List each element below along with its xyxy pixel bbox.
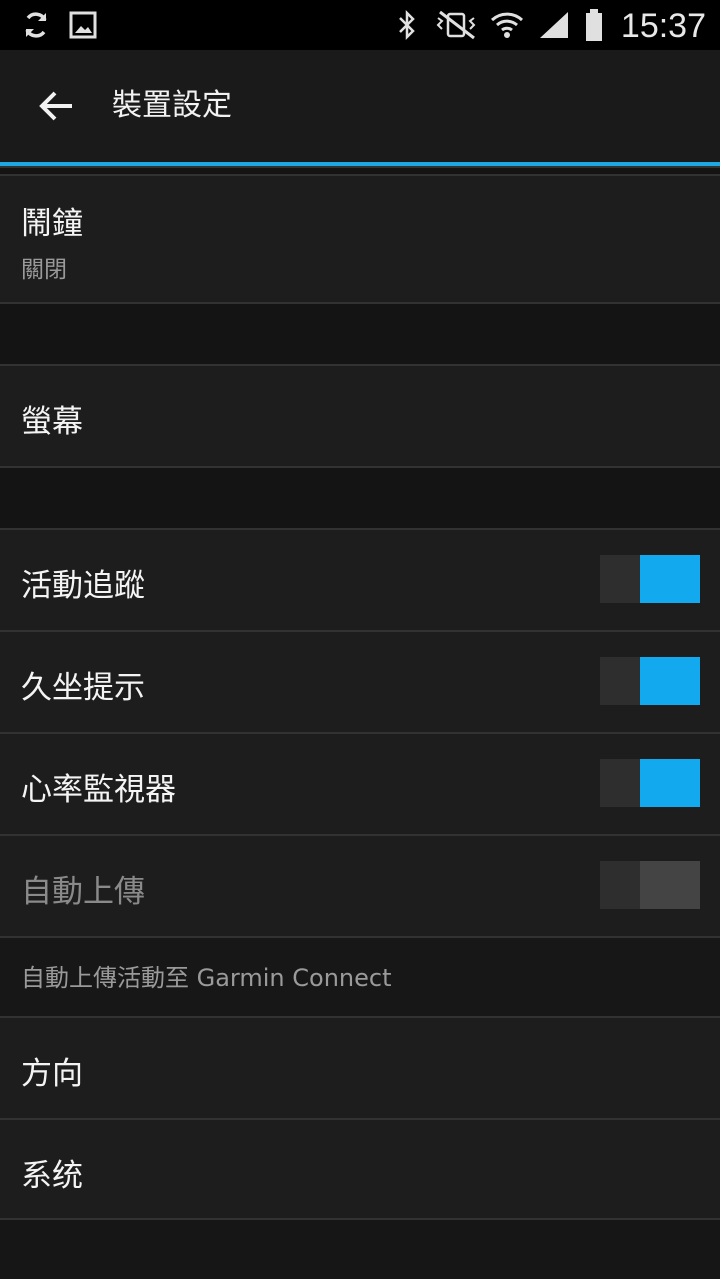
setting-activity-tracking-label: 活動追蹤 xyxy=(21,568,145,604)
setting-screen[interactable]: 螢幕 xyxy=(0,364,720,466)
setting-orientation[interactable]: 方向 xyxy=(0,1016,720,1118)
setting-auto-upload[interactable]: 自動上傳 xyxy=(0,834,720,936)
setting-system[interactable]: 系统 xyxy=(0,1118,720,1220)
setting-alarm[interactable]: 鬧鐘 關閉 xyxy=(0,174,720,302)
toggle-thumb xyxy=(640,555,700,603)
setting-heart-rate-monitor-label: 心率監視器 xyxy=(21,772,176,808)
setting-auto-upload-label: 自動上傳 xyxy=(21,874,145,910)
status-bar: 15:37 xyxy=(0,0,720,50)
back-button[interactable] xyxy=(26,76,86,136)
setting-heart-rate-monitor[interactable]: 心率監視器 xyxy=(0,732,720,834)
arrow-left-icon xyxy=(39,91,72,121)
setting-orientation-label: 方向 xyxy=(21,1056,83,1092)
image-icon xyxy=(66,0,100,50)
heart-rate-monitor-toggle[interactable] xyxy=(600,759,700,807)
setting-screen-label: 螢幕 xyxy=(21,404,83,440)
toggle-thumb xyxy=(640,759,700,807)
section-spacer xyxy=(0,302,720,364)
battery-icon xyxy=(582,0,606,50)
setting-activity-tracking[interactable]: 活動追蹤 xyxy=(0,528,720,630)
sync-icon xyxy=(18,0,54,50)
wifi-icon xyxy=(488,0,526,50)
setting-alarm-value: 關閉 xyxy=(21,257,67,283)
page-title: 裝置設定 xyxy=(112,88,232,123)
move-alert-toggle[interactable] xyxy=(600,657,700,705)
setting-system-label: 系统 xyxy=(21,1158,83,1194)
auto-upload-caption-text: 自動上傳活動至 Garmin Connect xyxy=(21,964,392,992)
auto-upload-toggle[interactable] xyxy=(600,861,700,909)
app-bar: 裝置設定 xyxy=(0,50,720,162)
setting-move-alert-label: 久坐提示 xyxy=(21,670,145,706)
toggle-thumb xyxy=(640,861,700,909)
list-top-spacer xyxy=(0,166,720,174)
activity-tracking-toggle[interactable] xyxy=(600,555,700,603)
settings-list: 鬧鐘 關閉 螢幕 活動追蹤 久坐提示 心率監視器 自動上傳 自動上傳活動至 Ga… xyxy=(0,166,720,1220)
toggle-thumb xyxy=(640,657,700,705)
setting-alarm-label: 鬧鐘 xyxy=(21,206,83,242)
bluetooth-icon xyxy=(392,0,422,50)
auto-upload-caption: 自動上傳活動至 Garmin Connect xyxy=(0,936,720,1016)
setting-move-alert[interactable]: 久坐提示 xyxy=(0,630,720,732)
section-spacer xyxy=(0,466,720,528)
signal-icon xyxy=(536,0,572,50)
status-time: 15:37 xyxy=(620,7,706,45)
vibrate-mute-icon xyxy=(432,0,480,50)
